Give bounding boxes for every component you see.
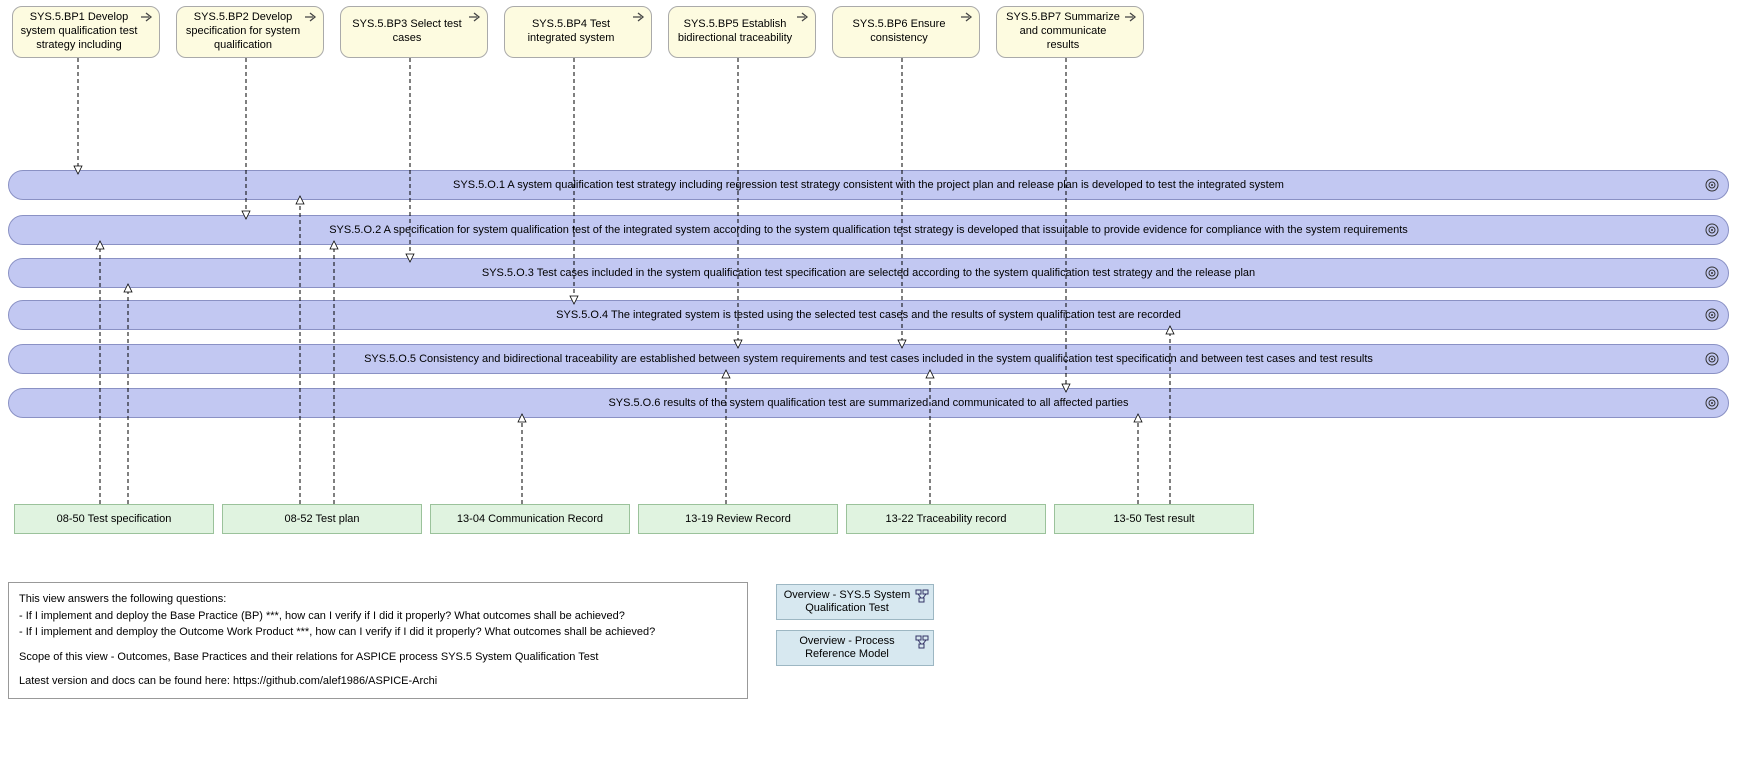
outcome-o6[interactable]: SYS.5.O.6 results of the system qualific… bbox=[8, 388, 1729, 418]
bp-label: SYS.5.BP5 Establish bidirectional tracea… bbox=[675, 18, 795, 46]
wp-label: 08-52 Test plan bbox=[284, 513, 359, 525]
outcome-label: SYS.5.O.5 Consistency and bidirectional … bbox=[364, 353, 1373, 365]
bp-label: SYS.5.BP1 Develop system qualification t… bbox=[19, 11, 139, 52]
outcome-label: SYS.5.O.1 A system qualification test st… bbox=[453, 179, 1284, 191]
arrow-icon bbox=[304, 12, 318, 22]
nav-overview-prm[interactable]: Overview - Process Reference Model bbox=[776, 630, 934, 666]
bp-box-bp5[interactable]: SYS.5.BP5 Establish bidirectional tracea… bbox=[668, 6, 816, 58]
note-line: - If I implement and demploy the Outcome… bbox=[19, 624, 737, 641]
bp-box-bp6[interactable]: SYS.5.BP6 Ensure consistency bbox=[832, 6, 980, 58]
bp-label: SYS.5.BP6 Ensure consistency bbox=[839, 18, 959, 46]
description-note: This view answers the following question… bbox=[8, 582, 748, 699]
wp-box-1304[interactable]: 13-04 Communication Record bbox=[430, 504, 630, 534]
nav-label: Overview - SYS.5 System Qualification Te… bbox=[783, 589, 911, 615]
arrow-icon bbox=[140, 12, 154, 22]
outcome-label: SYS.5.O.6 results of the system qualific… bbox=[608, 397, 1128, 409]
outcome-o1[interactable]: SYS.5.O.1 A system qualification test st… bbox=[8, 170, 1729, 200]
wp-box-0850[interactable]: 08-50 Test specification bbox=[14, 504, 214, 534]
wp-box-0852[interactable]: 08-52 Test plan bbox=[222, 504, 422, 534]
bp-label: SYS.5.BP7 Summarize and communicate resu… bbox=[1003, 11, 1123, 52]
arrow-icon bbox=[796, 12, 810, 22]
bp-box-bp1[interactable]: SYS.5.BP1 Develop system qualification t… bbox=[12, 6, 160, 58]
wp-label: 13-19 Review Record bbox=[685, 513, 791, 525]
wp-box-1319[interactable]: 13-19 Review Record bbox=[638, 504, 838, 534]
wp-label: 08-50 Test specification bbox=[57, 513, 172, 525]
outcome-o3[interactable]: SYS.5.O.3 Test cases included in the sys… bbox=[8, 258, 1729, 288]
target-icon bbox=[1704, 177, 1720, 193]
outcome-o2[interactable]: SYS.5.O.2 A specification for system qua… bbox=[8, 215, 1729, 245]
target-icon bbox=[1704, 307, 1720, 323]
diagram-icon bbox=[915, 589, 929, 603]
diagram-icon bbox=[915, 635, 929, 649]
bp-box-bp7[interactable]: SYS.5.BP7 Summarize and communicate resu… bbox=[996, 6, 1144, 58]
arrow-icon bbox=[1124, 12, 1138, 22]
note-line: Scope of this view - Outcomes, Base Prac… bbox=[19, 649, 737, 666]
outcome-o4[interactable]: SYS.5.O.4 The integrated system is teste… bbox=[8, 300, 1729, 330]
wp-box-1350[interactable]: 13-50 Test result bbox=[1054, 504, 1254, 534]
bp-label: SYS.5.BP4 Test integrated system bbox=[511, 18, 631, 46]
note-line: - If I implement and deploy the Base Pra… bbox=[19, 608, 737, 625]
arrow-icon bbox=[632, 12, 646, 22]
bp-box-bp4[interactable]: SYS.5.BP4 Test integrated system bbox=[504, 6, 652, 58]
outcome-label: SYS.5.O.3 Test cases included in the sys… bbox=[482, 267, 1255, 279]
target-icon bbox=[1704, 265, 1720, 281]
bp-label: SYS.5.BP2 Develop specification for syst… bbox=[183, 11, 303, 52]
wp-label: 13-22 Traceability record bbox=[885, 513, 1006, 525]
bp-box-bp2[interactable]: SYS.5.BP2 Develop specification for syst… bbox=[176, 6, 324, 58]
outcome-label: SYS.5.O.2 A specification for system qua… bbox=[329, 224, 1408, 236]
outcome-label: SYS.5.O.4 The integrated system is teste… bbox=[556, 309, 1181, 321]
bp-label: SYS.5.BP3 Select test cases bbox=[347, 18, 467, 46]
wp-label: 13-04 Communication Record bbox=[457, 513, 603, 525]
nav-overview-sys5[interactable]: Overview - SYS.5 System Qualification Te… bbox=[776, 584, 934, 620]
nav-label: Overview - Process Reference Model bbox=[783, 635, 911, 661]
target-icon bbox=[1704, 222, 1720, 238]
note-line: Latest version and docs can be found her… bbox=[19, 673, 737, 690]
wp-label: 13-50 Test result bbox=[1113, 513, 1194, 525]
target-icon bbox=[1704, 395, 1720, 411]
target-icon bbox=[1704, 351, 1720, 367]
wp-box-1322[interactable]: 13-22 Traceability record bbox=[846, 504, 1046, 534]
outcome-o5[interactable]: SYS.5.O.5 Consistency and bidirectional … bbox=[8, 344, 1729, 374]
arrow-icon bbox=[960, 12, 974, 22]
bp-box-bp3[interactable]: SYS.5.BP3 Select test cases bbox=[340, 6, 488, 58]
note-line: This view answers the following question… bbox=[19, 591, 737, 608]
arrow-icon bbox=[468, 12, 482, 22]
